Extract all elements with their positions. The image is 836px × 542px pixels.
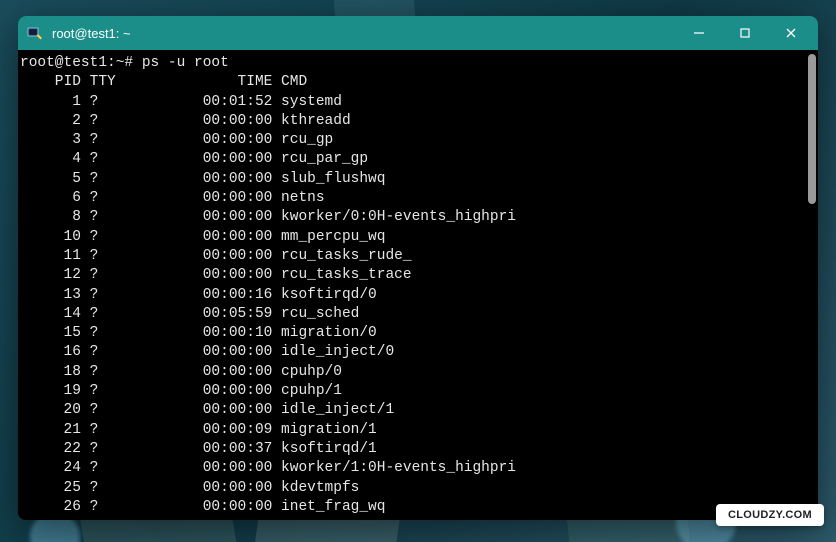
process-row: 21 ? 00:00:09 migration/1 [20,421,804,440]
terminal-output[interactable]: root@test1:~# ps -u root PID TTY TIME CM… [18,50,806,520]
watermark-badge: CLOUDZY.COM [716,504,824,526]
process-row: 14 ? 00:05:59 rcu_sched [20,305,804,324]
ps-header-row: PID TTY TIME CMD [20,73,804,92]
maximize-button[interactable] [722,16,768,50]
process-row: 25 ? 00:00:00 kdevtmpfs [20,479,804,498]
process-row: 12 ? 00:00:00 rcu_tasks_trace [20,266,804,285]
process-row: 26 ? 00:00:00 inet_frag_wq [20,498,804,517]
process-row: 3 ? 00:00:00 rcu_gp [20,131,804,150]
process-row: 18 ? 00:00:00 cpuhp/0 [20,363,804,382]
process-row: 15 ? 00:00:10 migration/0 [20,324,804,343]
process-row: 6 ? 00:00:00 netns [20,189,804,208]
process-row: 1 ? 00:01:52 systemd [20,93,804,112]
process-row: 10 ? 00:00:00 mm_percpu_wq [20,228,804,247]
scrollbar[interactable] [806,50,818,520]
process-row: 16 ? 00:00:00 idle_inject/0 [20,343,804,362]
process-row: 4 ? 00:00:00 rcu_par_gp [20,150,804,169]
process-row: 22 ? 00:00:37 ksoftirqd/1 [20,440,804,459]
process-row: 2 ? 00:00:00 kthreadd [20,112,804,131]
terminal-window: root@test1: ~ root@test1:~# ps -u root P… [18,16,818,520]
process-row: 11 ? 00:00:00 rcu_tasks_rude_ [20,247,804,266]
process-row: 5 ? 00:00:00 slub_flushwq [20,170,804,189]
scrollbar-thumb[interactable] [808,54,816,204]
process-row: 8 ? 00:00:00 kworker/0:0H-events_highpri [20,208,804,227]
window-title: root@test1: ~ [52,26,131,41]
prompt-line: root@test1:~# ps -u root [20,54,804,73]
process-row: 13 ? 00:00:16 ksoftirqd/0 [20,286,804,305]
process-row: 24 ? 00:00:00 kworker/1:0H-events_highpr… [20,459,804,478]
process-row: 19 ? 00:00:00 cpuhp/1 [20,382,804,401]
process-row: 20 ? 00:00:00 idle_inject/1 [20,401,804,420]
titlebar[interactable]: root@test1: ~ [18,16,818,50]
putty-icon [26,24,44,42]
close-button[interactable] [768,16,814,50]
minimize-button[interactable] [676,16,722,50]
